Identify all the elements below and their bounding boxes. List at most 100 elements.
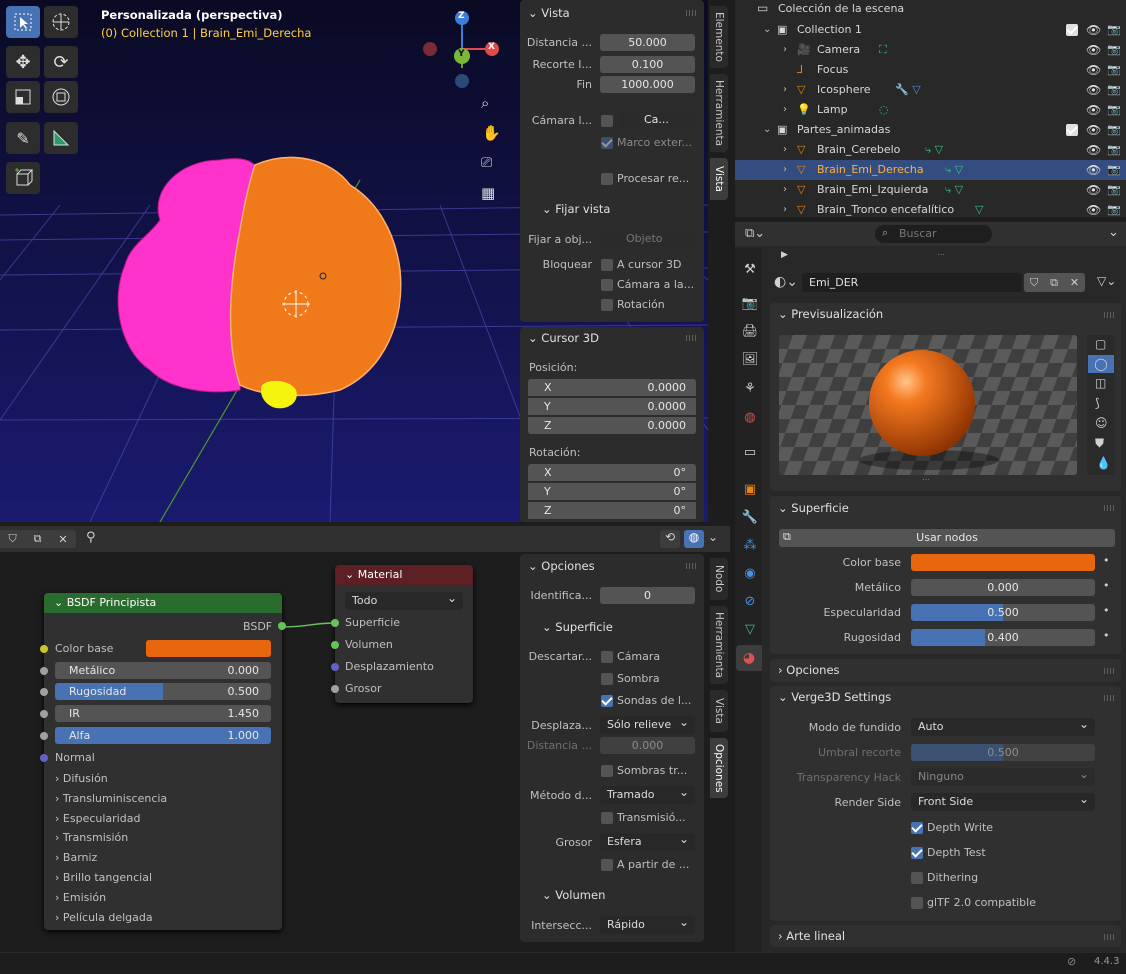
preview-cloth-icon[interactable]: ⛊ — [1095, 436, 1104, 451]
node-link-icon[interactable]: ▽⌄ — [1097, 274, 1116, 288]
chevron-right-icon[interactable]: › — [783, 160, 787, 180]
render-icon[interactable]: 📷 — [740, 293, 760, 313]
material-name-field[interactable]: Emi_DER — [802, 273, 1022, 292]
rugosidad-slider[interactable]: 0.400 — [911, 629, 1095, 646]
render-side-dropdown[interactable]: Front Side — [911, 790, 1095, 811]
chevron-down-icon[interactable]: ⌄ — [763, 120, 771, 140]
bsdf-rugosidad-slider[interactable]: Rugosidad 0.500 — [55, 683, 271, 700]
render-camera-icon[interactable]: 📷 — [1107, 200, 1121, 220]
metalico-socket[interactable] — [40, 667, 48, 675]
material-sphere-icon[interactable]: ◐⌄ — [774, 274, 798, 290]
panel-grip-icon[interactable] — [1104, 695, 1116, 701]
chevron-right-icon[interactable]: › — [783, 200, 787, 220]
rotate-tool-button[interactable]: ⟳ — [44, 46, 78, 78]
modifier-wrench-icon[interactable]: 🔧 ▽ — [895, 80, 921, 100]
preview-header[interactable]: ⌄ Previsualización — [778, 305, 883, 323]
fijar-vista-header[interactable]: ⌄ Fijar vista — [542, 200, 610, 218]
editor-type-icon[interactable]: ⧉⌄ — [745, 226, 765, 241]
material-target-dropdown[interactable]: Todo — [345, 589, 463, 610]
socket-dot-icon[interactable]: • — [1103, 604, 1110, 617]
unlink-x-icon[interactable]: ✕ — [58, 533, 67, 546]
render-camera-icon[interactable]: 📷 — [1107, 20, 1121, 40]
fake-user-shield-icon[interactable]: ⛉ — [8, 532, 16, 546]
camara-local-checkbox[interactable] — [601, 115, 613, 127]
cursor3d-header[interactable]: ⌄ Cursor 3D — [528, 329, 599, 347]
annotate-tool-button[interactable]: ✎ — [6, 122, 40, 154]
recorte-field[interactable]: 0.100 — [600, 56, 695, 73]
eye-visibility-icon[interactable]: 👁 — [1086, 40, 1101, 60]
render-camera-icon[interactable]: 📷 — [1107, 160, 1121, 180]
depth-test-checkbox[interactable] — [911, 847, 923, 859]
panel-grip-icon[interactable] — [686, 563, 698, 569]
outliner-row[interactable]: › ▽ Brain_Cerebelo ⤷ ▽ 👁 📷 — [735, 140, 1126, 160]
transform-tool-button[interactable] — [44, 81, 78, 113]
socket-dot-icon[interactable]: • — [1103, 579, 1110, 592]
descartar-sombra-checkbox[interactable] — [601, 673, 613, 685]
procesar-checkbox[interactable] — [601, 173, 613, 185]
distancia-node-field[interactable]: 0.000 — [600, 737, 695, 754]
eye-visibility-icon[interactable]: 👁 — [1086, 140, 1101, 160]
physics-icon[interactable]: ◉ — [740, 563, 760, 583]
bsdf-node-header[interactable]: ⌄ BSDF Principista — [44, 593, 282, 613]
material-output-header[interactable]: ⌄ Material — [335, 565, 473, 585]
constraints-icon[interactable]: ⊘ — [740, 591, 760, 611]
grosor-socket[interactable] — [331, 685, 339, 693]
grid-perspective-icon[interactable]: ▦ — [481, 184, 495, 202]
chevron-down-icon[interactable]: ⌄ — [708, 530, 718, 544]
modifier-wrench-icon[interactable]: 🔧 — [740, 507, 760, 527]
eye-visibility-icon[interactable]: 👁 — [1086, 160, 1101, 180]
tool-settings-icon[interactable]: ⚒ — [740, 259, 760, 279]
grosor-dropdown[interactable]: Esfera — [600, 830, 695, 851]
node-volumen-header[interactable]: ⌄ Volumen — [542, 886, 605, 904]
sondas-checkbox[interactable] — [601, 695, 613, 707]
bsdf-ir-slider[interactable]: IR 1.450 — [55, 705, 271, 722]
descartar-camara-checkbox[interactable] — [601, 651, 613, 663]
bsdf-section-item[interactable]: › Barniz — [55, 849, 97, 866]
bsdf-section-item[interactable]: › Especularidad — [55, 810, 140, 827]
particles-icon[interactable]: ⁂ — [740, 535, 760, 555]
cursor-z-field[interactable]: Z 0.0000 — [528, 417, 696, 434]
outliner-row[interactable]: ⌄ ▣ Partes_animadas 👁 📷 — [735, 120, 1126, 140]
socket-dot-icon[interactable]: • — [1103, 554, 1110, 567]
preview-sphere-icon[interactable]: ◯ — [1088, 355, 1114, 373]
preview-monkey-icon[interactable]: ☺ — [1095, 416, 1108, 430]
render-camera-icon[interactable]: 📷 — [1107, 180, 1121, 200]
render-camera-icon[interactable]: 📷 — [1107, 60, 1121, 80]
tab-opciones[interactable]: Opciones — [710, 738, 728, 798]
object-icon[interactable]: ▣ — [740, 479, 760, 499]
ident-field[interactable]: 0 — [600, 587, 695, 604]
overlay-button[interactable]: ◍ — [684, 530, 704, 548]
fin-field[interactable]: 1000.000 — [600, 76, 695, 93]
desplaza-dropdown[interactable]: Sólo relieve — [600, 713, 695, 734]
eye-visibility-icon[interactable]: 👁 — [1086, 200, 1101, 220]
eye-visibility-icon[interactable]: 👁 — [1086, 180, 1101, 200]
properties-search[interactable]: ⌕ Buscar — [875, 225, 992, 243]
material-tab-icon[interactable]: ◕ — [736, 645, 762, 671]
render-camera-icon[interactable]: 📷 — [1107, 120, 1121, 140]
volumen-socket[interactable] — [331, 641, 339, 649]
tab-node-vista[interactable]: Vista — [710, 690, 728, 732]
marco-checkbox[interactable] — [601, 137, 613, 149]
snap-button[interactable]: ⟲ — [660, 530, 680, 548]
panel-grip-icon[interactable] — [1104, 668, 1116, 674]
chevron-down-icon[interactable]: ⌄ — [763, 20, 771, 40]
render-camera-icon[interactable]: 📷 — [1107, 80, 1121, 100]
outliner-row[interactable]: › ▽ Icosphere 🔧 ▽ 👁 📷 — [735, 80, 1126, 100]
exclude-checkbox[interactable] — [1066, 24, 1078, 36]
transparency-hack-dropdown[interactable]: Ninguno — [911, 765, 1095, 786]
chevron-right-icon[interactable]: › — [783, 180, 787, 200]
ir-socket[interactable] — [40, 710, 48, 718]
modo-fundido-dropdown[interactable]: Auto — [911, 715, 1095, 736]
select-tool-button[interactable] — [6, 6, 40, 38]
outliner-row[interactable]: › 🎥 Camera ⛶ 👁 📷 — [735, 40, 1126, 60]
eye-visibility-icon[interactable]: 👁 — [1086, 20, 1101, 40]
duplicate-icon[interactable]: ⧉ — [1050, 276, 1058, 290]
vista-header[interactable]: ⌄ Vista — [528, 4, 570, 22]
outliner-row[interactable]: ⅃ Focus 👁 📷 — [735, 60, 1126, 80]
color-base-swatch[interactable] — [911, 554, 1095, 571]
bsdf-section-item[interactable]: › Emisión — [55, 889, 106, 906]
duplicate-icon[interactable]: ⧉ — [34, 532, 42, 546]
move-tool-button[interactable]: ✥ — [6, 46, 40, 78]
pan-hand-icon[interactable]: ✋ — [482, 124, 501, 142]
chevron-right-icon[interactable]: › — [783, 100, 787, 120]
